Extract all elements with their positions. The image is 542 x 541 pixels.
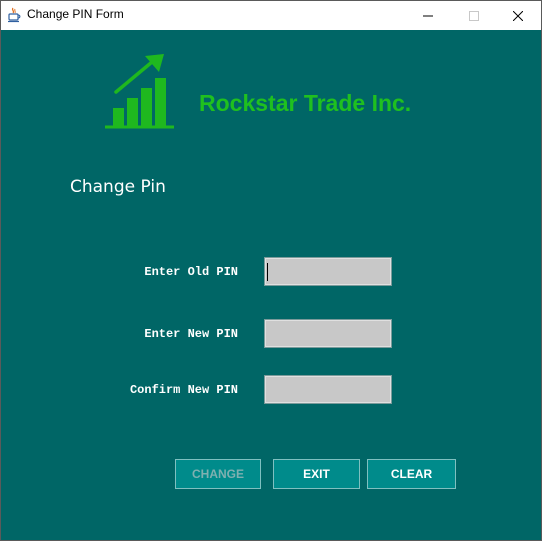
confirm-pin-label: Confirm New PIN <box>129 383 238 397</box>
window-title: Change PIN Form <box>27 7 124 21</box>
form-panel: Rockstar Trade Inc. Change Pin Enter Old… <box>1 30 541 540</box>
change-button[interactable]: CHANGE <box>175 459 261 489</box>
maximize-button <box>451 1 497 30</box>
form-title: Change Pin <box>70 177 166 197</box>
minimize-button[interactable] <box>405 1 451 30</box>
maximize-icon <box>469 10 479 21</box>
change-pin-window: Change PIN Form Rockstar Trade Inc. Chan… <box>0 0 542 541</box>
java-cup-icon <box>8 7 21 23</box>
company-name: Rockstar Trade Inc. <box>199 90 412 116</box>
title-bar[interactable]: Change PIN Form <box>1 1 541 30</box>
new-pin-input[interactable] <box>264 319 392 348</box>
old-pin-label: Enter Old PIN <box>144 265 238 279</box>
minimize-icon <box>423 15 433 16</box>
new-pin-label: Enter New PIN <box>144 327 238 341</box>
text-cursor <box>267 263 268 281</box>
close-button[interactable] <box>495 1 541 30</box>
old-pin-input[interactable] <box>264 257 392 286</box>
growth-chart-icon <box>105 54 174 129</box>
exit-button[interactable]: EXIT <box>273 459 360 489</box>
confirm-pin-input[interactable] <box>264 375 392 404</box>
close-icon <box>513 10 523 21</box>
clear-button[interactable]: CLEAR <box>367 459 456 489</box>
